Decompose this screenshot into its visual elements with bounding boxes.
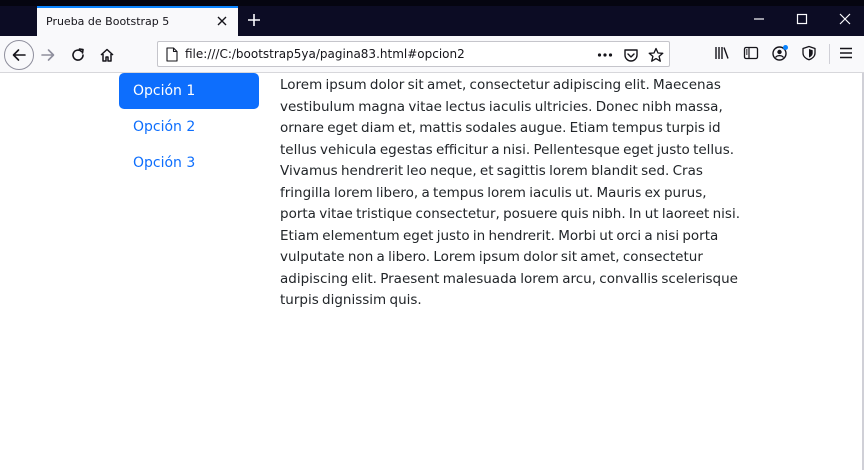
page-content: Opción 1 Opción 2 Opción 3 Lorem ipsum d…	[0, 73, 864, 470]
sidebar-button[interactable]	[742, 44, 760, 62]
hamburger-menu-icon	[840, 47, 852, 59]
toolbar-separator	[829, 44, 830, 64]
shield-icon	[802, 45, 816, 61]
file-icon	[166, 47, 178, 62]
close-tab-icon[interactable]	[215, 14, 229, 28]
url-text[interactable]: file:///C:/bootstrap5ya/pagina83.html#op…	[185, 47, 465, 61]
forward-button[interactable]	[38, 45, 58, 65]
pocket-button[interactable]	[622, 46, 640, 64]
url-bar[interactable]: file:///C:/bootstrap5ya/pagina83.html#op…	[157, 41, 670, 67]
forward-arrow-icon	[41, 49, 55, 61]
pills-nav: Opción 1 Opción 2 Opción 3	[119, 73, 259, 181]
minimize-icon[interactable]	[752, 12, 766, 26]
library-icon	[715, 47, 729, 59]
maximize-icon[interactable]	[795, 12, 809, 26]
reload-icon	[72, 48, 84, 61]
bookmark-button[interactable]	[647, 46, 665, 64]
new-tab-icon[interactable]	[246, 12, 262, 28]
navigation-toolbar: file:///C:/bootstrap5ya/pagina83.html#op…	[0, 36, 864, 73]
home-button[interactable]	[97, 45, 117, 65]
star-icon	[648, 47, 664, 62]
account-button[interactable]	[771, 44, 789, 62]
home-icon	[100, 48, 114, 62]
nav-pill-opcion-3[interactable]: Opción 3	[119, 145, 259, 181]
shield-button[interactable]	[800, 44, 818, 62]
tab-title: Prueba de Bootstrap 5	[46, 14, 170, 28]
reload-button[interactable]	[68, 45, 88, 65]
pocket-icon	[624, 49, 638, 62]
title-bar: Prueba de Bootstrap 5	[0, 0, 864, 36]
nav-pill-opcion-2[interactable]: Opción 2	[119, 109, 259, 145]
close-window-icon[interactable]	[838, 12, 852, 26]
back-arrow-icon	[12, 49, 26, 61]
nav-pill-opcion-1[interactable]: Opción 1	[119, 73, 259, 109]
sidebar-icon	[743, 46, 759, 60]
content-paragraph: Lorem ipsum dolor sit amet, consectetur …	[280, 77, 740, 308]
page-actions-button[interactable]	[596, 46, 614, 64]
browser-tab-active[interactable]: Prueba de Bootstrap 5	[37, 6, 238, 36]
tab-active-indicator	[37, 6, 238, 8]
back-button[interactable]	[4, 40, 34, 70]
library-button[interactable]	[713, 44, 731, 62]
account-icon	[772, 45, 788, 61]
menu-button[interactable]	[837, 44, 855, 62]
more-dots-icon	[597, 53, 613, 57]
